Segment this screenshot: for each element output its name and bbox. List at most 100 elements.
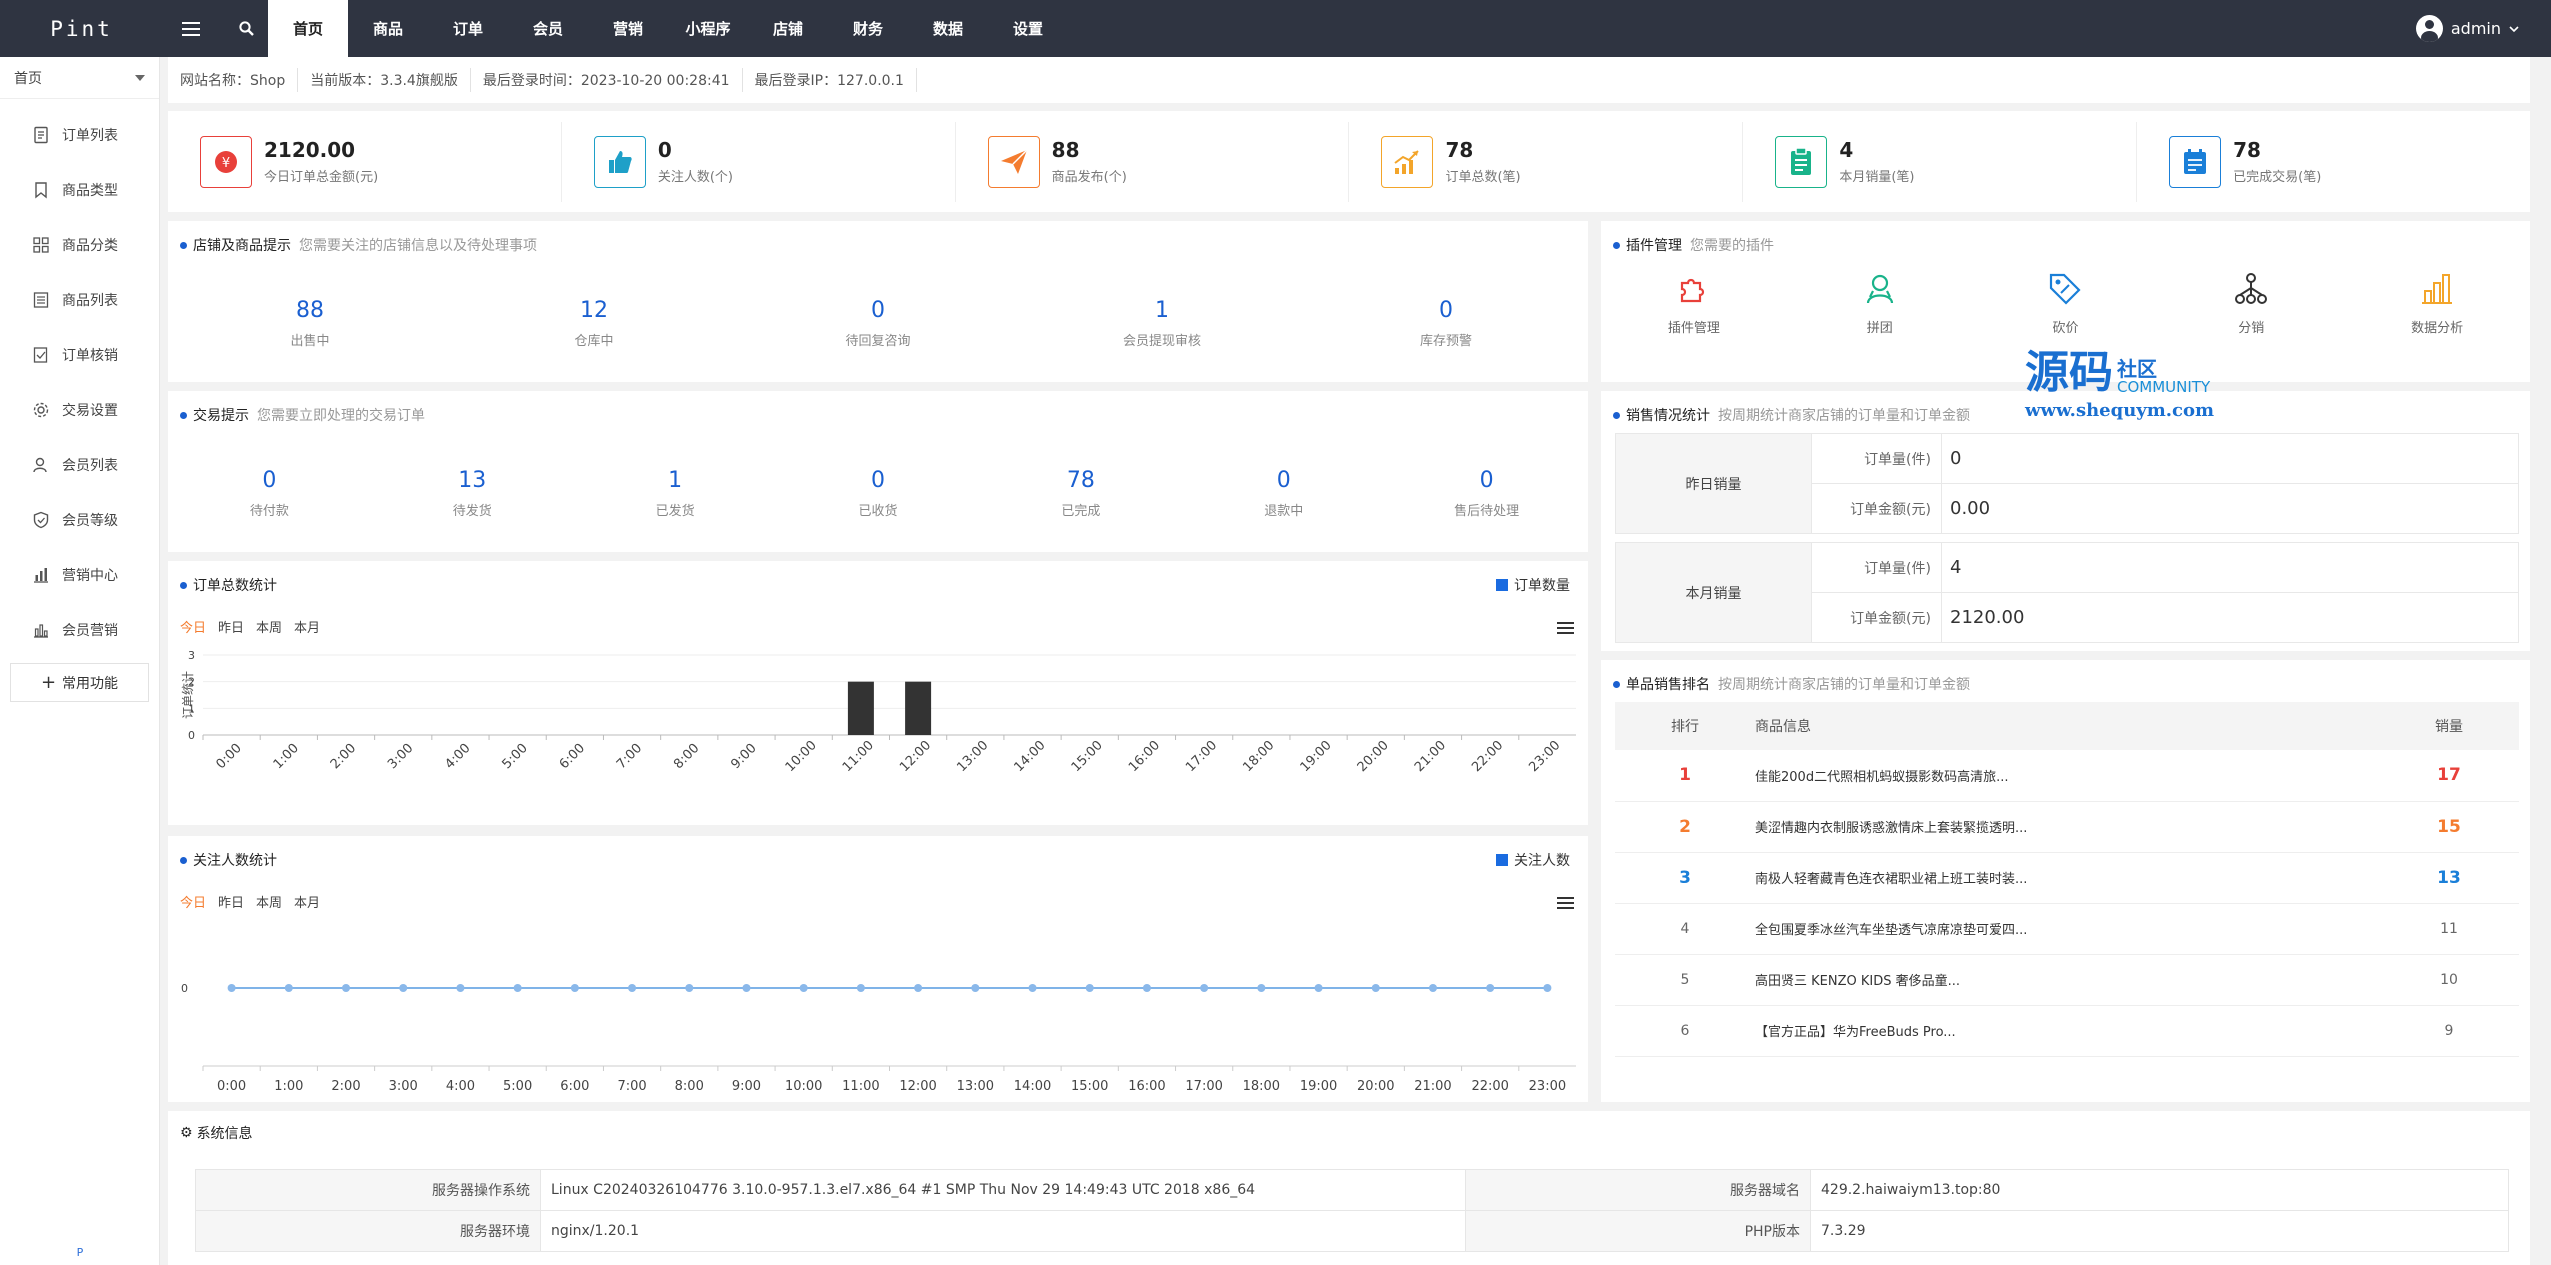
plugin-item[interactable]: 拼团: [1787, 271, 1973, 336]
ranking-row[interactable]: 3 南极人轻奢藏青色连衣裙职业裙上班工装时装... 13: [1615, 852, 2519, 904]
x-tick-label: 1:00: [271, 741, 302, 772]
range-tab-1[interactable]: 昨日: [218, 892, 244, 911]
range-tab-2[interactable]: 本周: [256, 617, 282, 636]
trade-tip-item[interactable]: 0 待付款: [168, 466, 371, 519]
search-icon[interactable]: [232, 0, 260, 57]
nav-tab-7[interactable]: 财务: [828, 0, 908, 57]
x-tick-label: 9:00: [732, 1079, 761, 1094]
store-tip-item[interactable]: 0 库存预警: [1304, 296, 1588, 349]
x-tick-label: 21:00: [1414, 1079, 1451, 1094]
nav-tab-4[interactable]: 营销: [588, 0, 668, 57]
sidebar-item-2[interactable]: 商品分类: [0, 217, 159, 272]
bookmark-icon: [35, 181, 47, 198]
plugin-item[interactable]: 插件管理: [1601, 271, 1787, 336]
trade-tip-item[interactable]: 0 已收货: [777, 466, 980, 519]
ranking-row[interactable]: 5 高田贤三 KENZO KIDS 奢侈品童... 10: [1615, 954, 2519, 1006]
sidebar-item-8[interactable]: 营销中心: [0, 547, 159, 602]
store-tip-item[interactable]: 1 会员提现审核: [1020, 296, 1304, 349]
grid-icon: [33, 236, 49, 253]
nav-tab-1[interactable]: 商品: [348, 0, 428, 57]
stat-card[interactable]: ¥2120.00 今日订单总金额(元): [168, 121, 562, 202]
sys-key: 服务器域名: [1465, 1169, 1811, 1211]
sidebar-item-9[interactable]: 会员营销: [0, 602, 159, 657]
sidebar-item-3[interactable]: 商品列表: [0, 272, 159, 327]
range-tab-3[interactable]: 本月: [294, 617, 320, 636]
ranking-table: 排行 商品信息 销量 1 佳能200d二代照相机蚂蚁摄影数码高清旅... 17 2 美涩情趣内…: [1615, 702, 2519, 1057]
nav-tab-6[interactable]: 店铺: [748, 0, 828, 57]
x-tick-label: 8:00: [671, 741, 702, 772]
nav-tab-8[interactable]: 数据: [908, 0, 988, 57]
nav-tab-2[interactable]: 订单: [428, 0, 508, 57]
menu-icon[interactable]: [1557, 619, 1574, 637]
trade-tip-item[interactable]: 0 售后待处理: [1385, 466, 1588, 519]
range-tab-3[interactable]: 本月: [294, 892, 320, 911]
sidebar-header[interactable]: 首页: [0, 57, 159, 99]
sales-count: 13: [2379, 852, 2519, 904]
nav-tab-0[interactable]: 首页: [268, 0, 348, 57]
store-tip-item[interactable]: 88 出售中: [168, 296, 452, 349]
stat-card[interactable]: 88 商品发布(个): [956, 121, 1350, 202]
sales-key: 订单量(件): [1811, 433, 1942, 484]
data-point: [513, 984, 522, 992]
range-tab-0[interactable]: 今日: [180, 892, 206, 911]
store-tip-label: 库存预警: [1419, 334, 1472, 349]
plugin-item[interactable]: 分销: [2158, 271, 2344, 336]
stat-value: 78: [2233, 138, 2261, 162]
x-tick-label: 19:00: [1298, 738, 1335, 775]
follow-chart-legend[interactable]: 关注人数: [1496, 850, 1570, 870]
store-tip-item[interactable]: 0 待回复咨询: [736, 296, 1020, 349]
system-info-row: 服务器操作系统 Linux C20240326104776 3.10.0-957.…: [195, 1169, 2509, 1211]
y-tick-label: 3: [188, 649, 195, 662]
sales-stats-table: 昨日销量 订单量(件) 0 订单金额(元) 0.00 本月销量 订单量(件) 4 订单金额(元)…: [1615, 433, 2519, 643]
stat-card[interactable]: 0 关注人数(个): [562, 121, 956, 202]
sidebar-item-1[interactable]: 商品类型: [0, 162, 159, 217]
store-tip-item[interactable]: 12 仓库中: [452, 296, 736, 349]
sidebar-item-0[interactable]: 订单列表: [0, 107, 159, 162]
ranking-row[interactable]: 6 【官方正品】华为FreeBuds Pro... 9: [1615, 1005, 2519, 1057]
nav-tab-9[interactable]: 设置: [988, 0, 1068, 57]
data-point: [570, 984, 579, 992]
nav-tab-5[interactable]: 小程序: [668, 0, 748, 57]
gear-icon: ⚙: [180, 1125, 193, 1141]
trade-tip-item[interactable]: 13 待发货: [371, 466, 574, 519]
ranking-row[interactable]: 1 佳能200d二代照相机蚂蚁摄影数码高清旅... 17: [1615, 750, 2519, 802]
sidebar-item-6[interactable]: 会员列表: [0, 437, 159, 492]
sidebar-item-5[interactable]: 交易设置: [0, 382, 159, 437]
ranking-row[interactable]: 4 全包围夏季冰丝汽车坐垫透气凉席凉垫可爱四... 11: [1615, 903, 2519, 955]
ranking-row[interactable]: 2 美涩情趣内衣制服诱惑激情床上套装緊揽透明... 15: [1615, 801, 2519, 853]
store-tip-value: 12: [580, 298, 608, 323]
menu-icon[interactable]: [1557, 894, 1574, 912]
trade-tips-title: 交易提示 您需要立即处理的交易订单: [180, 405, 425, 425]
range-tab-0[interactable]: 今日: [180, 617, 206, 636]
stat-card[interactable]: 78 已完成交易(笔): [2137, 122, 2530, 202]
logo[interactable]: Pint: [0, 0, 163, 57]
sidebar: 首页 订单列表 商品类型 商品分类 商品列表 订单核销交易设置会员列表 会员等级 营销中心会…: [0, 57, 160, 1265]
data-point: [1085, 984, 1094, 992]
store-tip-value: 0: [871, 298, 885, 323]
add-common-function-button[interactable]: + 常用功能: [10, 663, 149, 702]
puzzle-icon: [1680, 278, 1704, 303]
x-tick-label: 4:00: [446, 1079, 475, 1094]
range-tab-1[interactable]: 昨日: [218, 617, 244, 636]
trade-tip-item[interactable]: 1 已发货: [574, 466, 777, 519]
sidebar-item-label: 交易设置: [62, 402, 118, 419]
sidebar-item-7[interactable]: 会员等级: [0, 492, 159, 547]
user-menu[interactable]: admin: [2415, 0, 2519, 57]
menu-toggle-icon[interactable]: [176, 0, 206, 57]
nav-tab-3[interactable]: 会员: [508, 0, 588, 57]
stat-card[interactable]: 78 订单总数(笔): [1349, 121, 1744, 202]
plugin-item[interactable]: 数据分析: [2344, 271, 2530, 336]
trade-tip-item[interactable]: 78 已完成: [979, 466, 1182, 519]
store-tip-value: 0: [1439, 298, 1453, 323]
svg-text:¥: ¥: [222, 156, 230, 171]
data-point: [456, 984, 465, 992]
range-tab-2[interactable]: 本周: [256, 892, 282, 911]
trade-tip-value: 1: [668, 468, 683, 493]
x-tick-label: 15:00: [1069, 738, 1106, 775]
plugin-label: 分销: [2238, 321, 2265, 336]
plugin-item[interactable]: 砍价: [1973, 271, 2159, 336]
stat-card[interactable]: 4 本月销量(笔): [1743, 121, 2138, 202]
order-chart-legend[interactable]: 订单数量: [1496, 575, 1570, 595]
trade-tip-item[interactable]: 0 退款中: [1182, 466, 1385, 519]
sidebar-item-4[interactable]: 订单核销: [0, 327, 159, 382]
